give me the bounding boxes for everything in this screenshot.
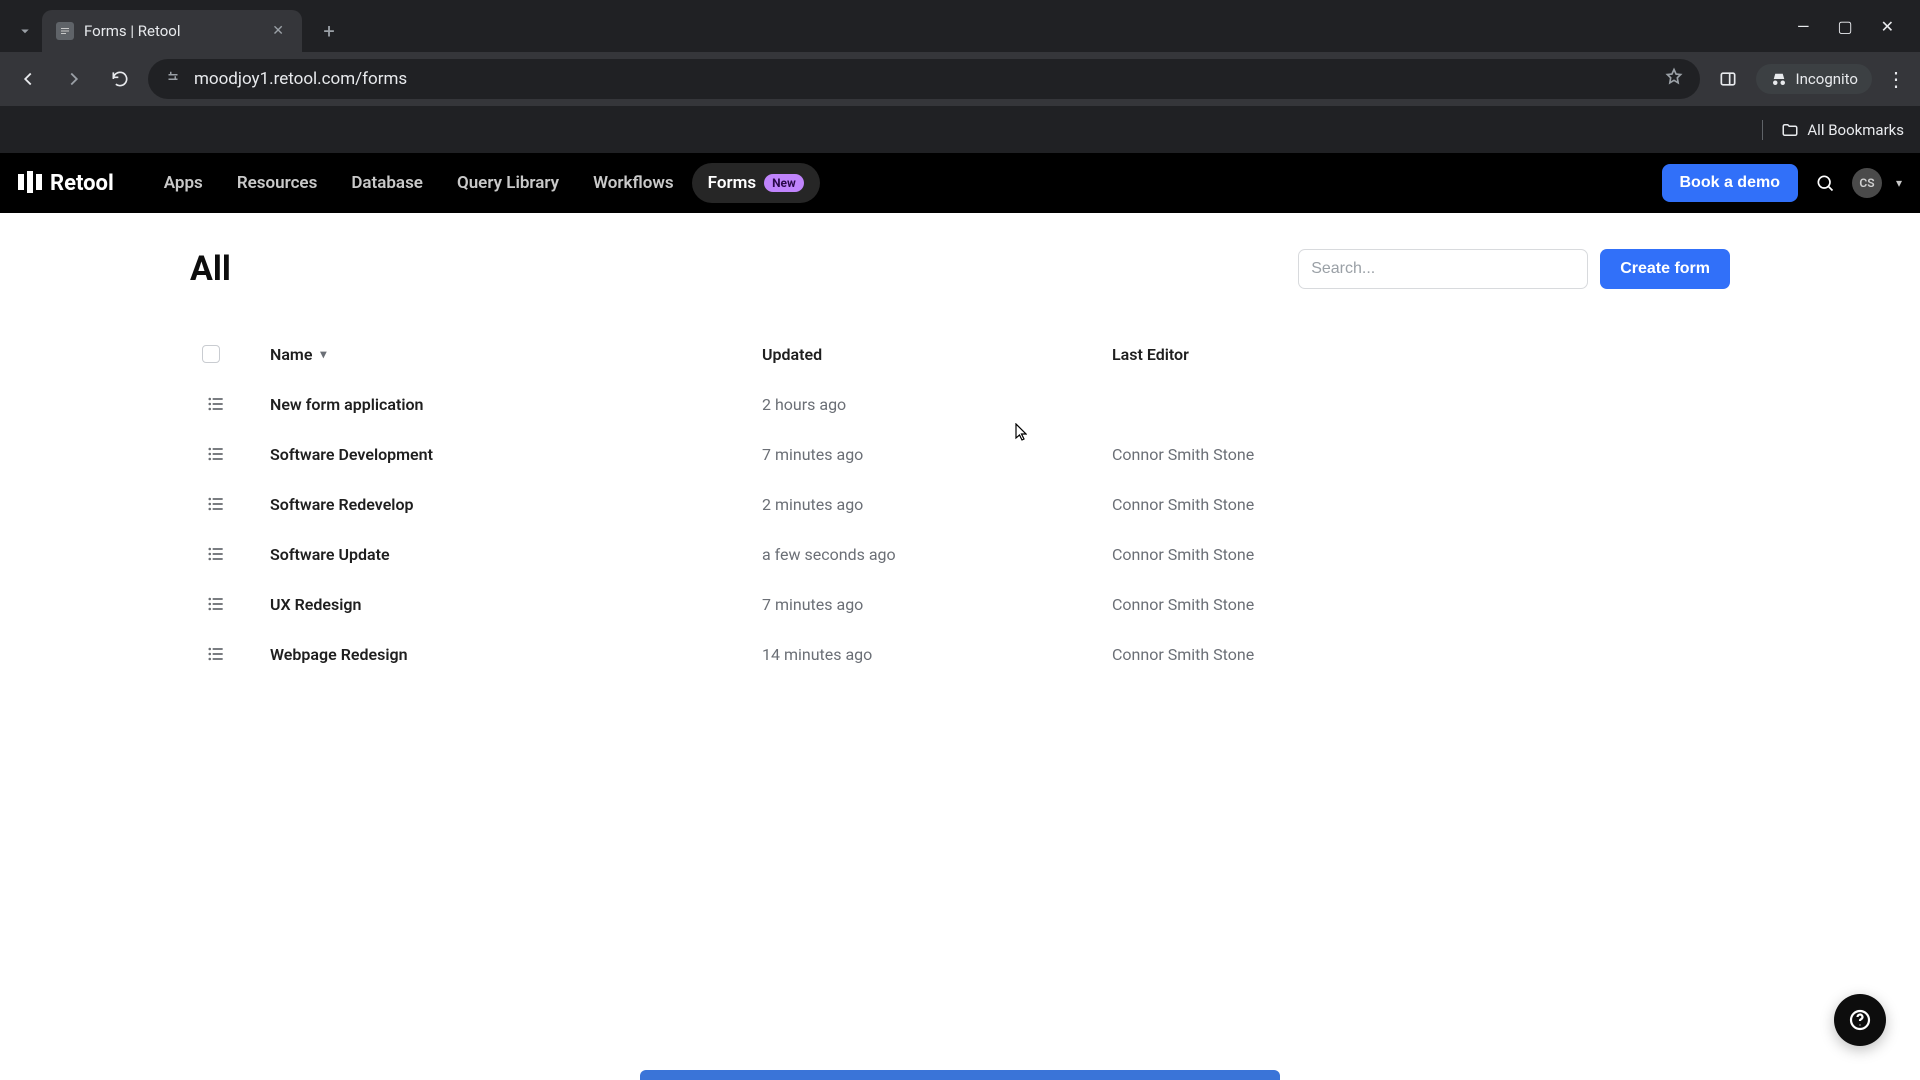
table-row[interactable]: New form application2 hours ago: [190, 379, 1730, 429]
tab-close-icon[interactable]: ✕: [268, 19, 288, 43]
row-name: Software Redevelop: [242, 495, 762, 514]
column-name-header[interactable]: Name ▾: [242, 345, 762, 364]
nav-forward-button[interactable]: [56, 61, 92, 97]
row-editor: Connor Smith Stone: [1112, 495, 1730, 514]
row-updated: 2 minutes ago: [762, 495, 1112, 514]
row-updated: 7 minutes ago: [762, 595, 1112, 614]
header-right: Book a demo CS ▾: [1662, 164, 1903, 202]
app-root: Retool Apps Resources Database Query Lib…: [0, 153, 1920, 1080]
create-form-button[interactable]: Create form: [1600, 249, 1730, 289]
row-editor: Connor Smith Stone: [1112, 445, 1730, 464]
brand-logo[interactable]: Retool: [18, 171, 114, 196]
row-name: Software Development: [242, 445, 762, 464]
window-maximize-icon[interactable]: ▢: [1837, 17, 1852, 36]
nav-back-button[interactable]: [10, 61, 46, 97]
nav-workflows[interactable]: Workflows: [577, 163, 690, 203]
incognito-label: Incognito: [1796, 70, 1858, 88]
nav-resources[interactable]: Resources: [221, 163, 334, 203]
column-updated-header[interactable]: Updated: [762, 345, 1112, 364]
row-updated: 2 hours ago: [762, 395, 1112, 414]
select-all-checkbox[interactable]: [202, 345, 220, 363]
all-bookmarks-button[interactable]: All Bookmarks: [1781, 121, 1904, 139]
window-close-icon[interactable]: ✕: [1881, 17, 1894, 36]
table-row[interactable]: Software Development7 minutes agoConnor …: [190, 429, 1730, 479]
nav-database[interactable]: Database: [335, 163, 439, 203]
title-row: All Create form: [190, 249, 1730, 289]
form-icon: [190, 644, 242, 664]
browser-toolbar: moodjoy1.retool.com/forms Incognito ⋮: [0, 52, 1920, 106]
tab-title: Forms | Retool: [84, 22, 181, 40]
row-updated: a few seconds ago: [762, 545, 1112, 564]
sort-caret-icon: ▾: [320, 347, 326, 361]
incognito-indicator[interactable]: Incognito: [1756, 64, 1872, 94]
forms-table: Name ▾ Updated Last Editor New form appl…: [190, 329, 1730, 679]
app-header: Retool Apps Resources Database Query Lib…: [0, 153, 1920, 213]
bottom-banner-sliver: [640, 1070, 1280, 1080]
row-name: Software Update: [242, 545, 762, 564]
page-title: All: [190, 249, 231, 289]
row-updated: 7 minutes ago: [762, 445, 1112, 464]
side-panel-icon[interactable]: [1710, 61, 1746, 97]
table-body: New form application2 hours agoSoftware …: [190, 379, 1730, 679]
table-header: Name ▾ Updated Last Editor: [190, 329, 1730, 379]
table-row[interactable]: Webpage Redesign14 minutes agoConnor Smi…: [190, 629, 1730, 679]
nav-reload-button[interactable]: [102, 61, 138, 97]
form-icon: [190, 594, 242, 614]
row-name: Webpage Redesign: [242, 645, 762, 664]
table-row[interactable]: Software Updatea few seconds agoConnor S…: [190, 529, 1730, 579]
bookmark-divider: [1762, 120, 1763, 140]
nav-forms[interactable]: Forms New: [692, 163, 820, 203]
content: All Create form Name ▾ Updated Last Edit…: [0, 213, 1920, 1080]
book-demo-button[interactable]: Book a demo: [1662, 164, 1798, 202]
row-updated: 14 minutes ago: [762, 645, 1112, 664]
tab-favicon-icon: [56, 22, 74, 40]
form-icon: [190, 394, 242, 414]
site-settings-icon[interactable]: [164, 68, 182, 91]
browser-menu-icon[interactable]: ⋮: [1882, 67, 1910, 91]
search-input[interactable]: [1298, 249, 1588, 289]
form-icon: [190, 444, 242, 464]
row-name: New form application: [242, 395, 762, 414]
avatar[interactable]: CS: [1852, 168, 1882, 198]
nav-forms-badge: New: [764, 174, 804, 192]
table-row[interactable]: UX Redesign7 minutes agoConnor Smith Sto…: [190, 579, 1730, 629]
form-icon: [190, 544, 242, 564]
row-editor: Connor Smith Stone: [1112, 595, 1730, 614]
row-editor: Connor Smith Stone: [1112, 645, 1730, 664]
row-name: UX Redesign: [242, 595, 762, 614]
new-tab-button[interactable]: +: [312, 14, 346, 48]
brand-logo-icon: [18, 174, 42, 193]
window-controls: ― ▢ ✕: [1797, 0, 1912, 52]
search-icon[interactable]: [1812, 170, 1838, 196]
tabstrip: Forms | Retool ✕ + ― ▢ ✕: [0, 0, 1920, 52]
browser-tab[interactable]: Forms | Retool ✕: [42, 10, 302, 52]
top-nav: Apps Resources Database Query Library Wo…: [148, 163, 820, 203]
nav-apps[interactable]: Apps: [148, 163, 219, 203]
window-minimize-icon[interactable]: ―: [1797, 17, 1810, 36]
address-url: moodjoy1.retool.com/forms: [194, 69, 407, 89]
bookmark-star-icon[interactable]: [1664, 67, 1684, 92]
nav-query-library[interactable]: Query Library: [441, 163, 575, 203]
tab-search-dropdown[interactable]: [8, 14, 42, 48]
brand-name: Retool: [50, 171, 114, 196]
help-fab[interactable]: [1834, 994, 1886, 1046]
row-editor: Connor Smith Stone: [1112, 545, 1730, 564]
address-bar[interactable]: moodjoy1.retool.com/forms: [148, 59, 1700, 99]
column-lasteditor-header[interactable]: Last Editor: [1112, 345, 1730, 364]
avatar-caret-icon[interactable]: ▾: [1896, 176, 1902, 190]
bookmark-bar: All Bookmarks: [0, 106, 1920, 153]
browser-chrome: Forms | Retool ✕ + ― ▢ ✕ moodjoy1.retool…: [0, 0, 1920, 153]
column-name-label: Name: [270, 345, 312, 364]
nav-forms-label: Forms: [708, 173, 756, 193]
all-bookmarks-label: All Bookmarks: [1807, 121, 1904, 139]
table-row[interactable]: Software Redevelop2 minutes agoConnor Sm…: [190, 479, 1730, 529]
form-icon: [190, 494, 242, 514]
